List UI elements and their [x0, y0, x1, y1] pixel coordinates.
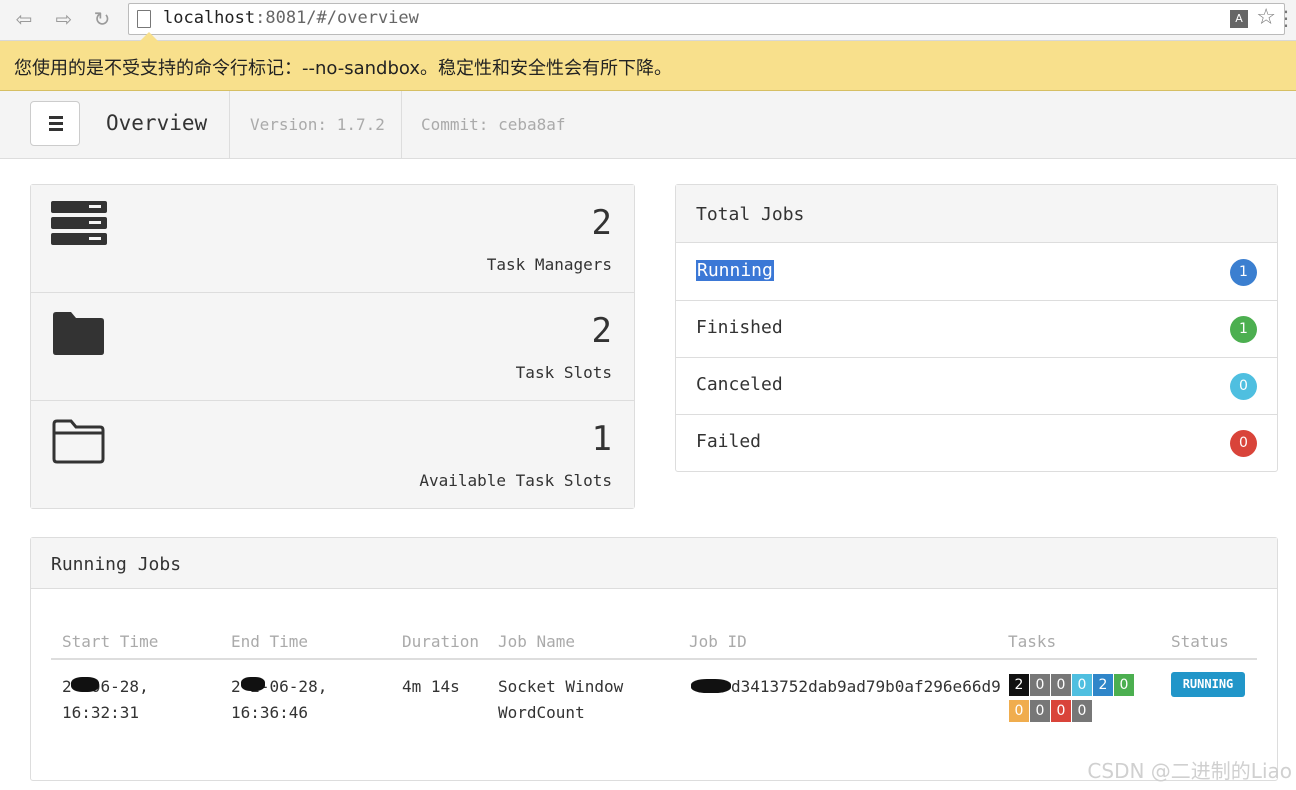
stat-label: Task Managers: [486, 255, 612, 274]
cluster-stats-panel: 2 Task Managers 2 Task Slots 1 Available…: [30, 184, 635, 509]
job-status-failed[interactable]: Failed 0: [676, 414, 1277, 471]
browser-toolbar: ⇦ ⇨ ↻ localhost:8081/#/overview A ☆ ⋮: [0, 0, 1296, 41]
redaction-mark: [241, 677, 265, 691]
task-count-box: 0: [1051, 700, 1071, 722]
folder-filled-icon: [53, 312, 104, 355]
watermark: CSDN @二进制的Liao: [1087, 759, 1292, 783]
panel-title: Running Jobs: [51, 554, 182, 575]
folder-open-icon: [52, 419, 105, 464]
page-title: Overview: [106, 111, 208, 135]
server-icon: [51, 201, 107, 245]
job-status-canceled[interactable]: Canceled 0: [676, 357, 1277, 415]
warning-infobar: 您使用的是不受支持的命令行标记：--no-sandbox。稳定性和安全性会有所下…: [0, 32, 1296, 91]
total-jobs-panel: Total Jobs Running 1 Finished 1 Canceled…: [675, 184, 1278, 472]
redaction-mark: [71, 677, 99, 692]
count-badge: 1: [1230, 259, 1257, 286]
column-header-job-id[interactable]: Job ID: [689, 632, 747, 651]
task-count-box: 0: [1030, 674, 1050, 696]
stat-available-task-slots: 1 Available Task Slots: [31, 401, 634, 508]
url-text[interactable]: localhost:8081/#/overview: [163, 8, 419, 28]
job-id-cell[interactable]: d3413752dab9ad79b0af296e66d9: [689, 674, 1001, 700]
task-count-box: 0: [1072, 674, 1092, 696]
task-count-box: 2: [1009, 674, 1029, 696]
address-bar[interactable]: localhost:8081/#/overview A ☆: [128, 3, 1285, 35]
task-count-box: 0: [1030, 700, 1050, 722]
translate-icon[interactable]: A: [1230, 10, 1248, 28]
task-count-box: 0: [1051, 674, 1071, 696]
stat-value: 1: [591, 419, 612, 459]
job-status-label: Canceled: [696, 374, 783, 395]
version-label: Version: 1.7.2: [250, 115, 385, 134]
reload-icon[interactable]: ↻: [88, 6, 116, 32]
task-count-box: 2: [1093, 674, 1113, 696]
stat-value: 2: [591, 203, 612, 243]
panel-heading: Total Jobs: [676, 185, 1277, 243]
panel-title: Total Jobs: [696, 204, 805, 225]
count-badge: 1: [1230, 316, 1257, 343]
task-count-box: 0: [1114, 674, 1134, 696]
panel-heading: Running Jobs: [31, 538, 1277, 589]
job-status-label: Failed: [696, 431, 762, 452]
column-header-duration[interactable]: Duration: [402, 632, 479, 651]
job-status-label: Running: [696, 260, 774, 281]
job-status-running[interactable]: Running 1: [676, 243, 1277, 301]
browser-menu-icon[interactable]: ⋮: [1276, 6, 1296, 30]
back-icon[interactable]: ⇦: [10, 6, 38, 32]
column-header-tasks[interactable]: Tasks: [1008, 632, 1056, 651]
job-status-finished[interactable]: Finished 1: [676, 300, 1277, 358]
commit-label: Commit: ceba8af: [421, 115, 566, 134]
stat-label: Task Slots: [515, 363, 612, 382]
page-icon: [137, 10, 151, 28]
hamburger-menu-button[interactable]: [30, 101, 80, 146]
app-header: Overview Version: 1.7.2 Commit: ceba8af: [0, 91, 1296, 159]
status-badge: RUNNING: [1171, 672, 1245, 697]
job-name-cell: Socket Window WordCount: [498, 677, 624, 722]
task-count-box: 0: [1072, 700, 1092, 722]
stat-label: Available Task Slots: [419, 471, 612, 490]
column-header-status[interactable]: Status: [1171, 632, 1229, 651]
column-header-end-time[interactable]: End Time: [231, 632, 308, 651]
redaction-mark: [691, 679, 731, 693]
job-status-label: Finished: [696, 317, 783, 338]
bookmark-star-icon[interactable]: ☆: [1256, 5, 1276, 30]
stat-value: 2: [591, 311, 612, 351]
column-header-start-time[interactable]: Start Time: [62, 632, 158, 651]
task-count-box: 0: [1009, 700, 1029, 722]
duration-cell: 4m 14s: [402, 677, 460, 696]
running-jobs-panel: Running Jobs Start Time End Time Duratio…: [30, 537, 1278, 781]
count-badge: 0: [1230, 373, 1257, 400]
stat-task-slots: 2 Task Slots: [31, 293, 634, 401]
count-badge: 0: [1230, 430, 1257, 457]
forward-icon[interactable]: ⇨: [50, 6, 78, 32]
column-header-job-name[interactable]: Job Name: [498, 632, 575, 651]
stat-task-managers: 2 Task Managers: [31, 185, 634, 293]
infobar-message: 您使用的是不受支持的命令行标记：--no-sandbox。稳定性和安全性会有所下…: [14, 58, 673, 79]
